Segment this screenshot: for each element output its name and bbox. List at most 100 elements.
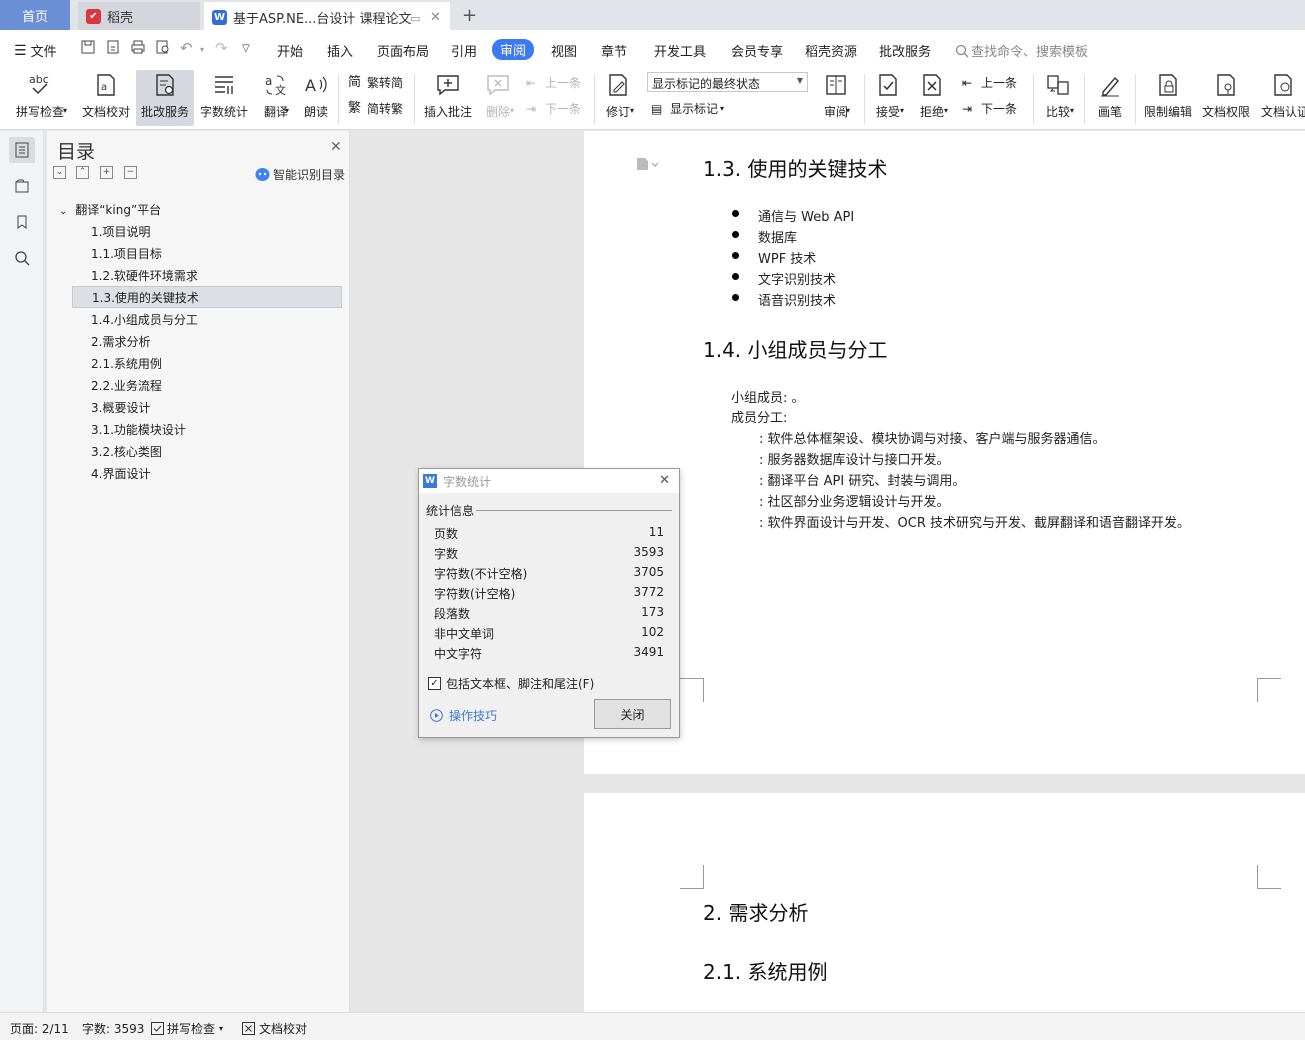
page-indicator[interactable]: 页面: 2/11 xyxy=(10,1020,69,1037)
tab-home[interactable]: 首页 xyxy=(0,0,70,30)
print-icon[interactable] xyxy=(130,39,146,55)
include-textboxes-checkbox[interactable]: ✓ 包括文本框、脚注和尾注(F) xyxy=(428,675,594,692)
monitor-icon[interactable]: ▭ xyxy=(410,12,420,25)
expand-all-icon[interactable]: ⌄ xyxy=(53,166,66,179)
collapse-all-icon[interactable]: ⌃ xyxy=(76,166,89,179)
toc-item[interactable]: 1.1.项目目标 xyxy=(72,242,342,264)
redo-icon[interactable]: ↷ xyxy=(215,39,228,57)
svg-text:a: a xyxy=(101,82,107,93)
status-spellcheck[interactable]: 拼写检查 ▾ xyxy=(151,1020,223,1037)
members-line: 小组成员: 。 xyxy=(731,391,805,406)
menu-member[interactable]: 会员专享 xyxy=(731,41,783,60)
reject-icon xyxy=(923,74,941,96)
doc-proof-button[interactable]: a 文档校对 xyxy=(80,70,132,126)
new-tab-icon[interactable]: + xyxy=(462,5,477,26)
close-icon[interactable]: ✕ xyxy=(659,473,670,488)
revise-button[interactable]: 修订 xyxy=(600,70,636,126)
prev-change-button[interactable]: ⇤ 上一条 xyxy=(962,74,1017,91)
bookmark-icon[interactable] xyxy=(9,209,35,235)
menu-review[interactable]: 审阅 xyxy=(492,39,535,60)
toc-item[interactable]: 1.4.小组成员与分工 xyxy=(72,308,342,330)
menu-view[interactable]: 视图 xyxy=(551,41,577,60)
crop-mark xyxy=(680,865,704,889)
paragraph-options-icon[interactable] xyxy=(636,157,658,171)
reject-button[interactable]: 拒绝 xyxy=(914,70,950,126)
restrict-edit-button[interactable]: 限制编辑 xyxy=(1142,70,1194,126)
word-count-button[interactable]: 字数统计 xyxy=(198,70,250,126)
menu-references[interactable]: 引用 xyxy=(451,41,477,60)
find-icon[interactable] xyxy=(9,245,35,271)
review-pane-dropdown-icon[interactable]: ▾ xyxy=(846,106,850,115)
toc-item[interactable]: 3.2.核心类图 xyxy=(72,440,342,462)
menu-insert[interactable]: 插入 xyxy=(327,41,353,60)
close-dialog-label: 关闭 xyxy=(620,707,645,722)
toc-item[interactable]: 1.3.使用的关键技术 xyxy=(72,286,342,308)
add-heading-icon[interactable]: + xyxy=(100,166,113,179)
accept-button[interactable]: 接受 xyxy=(870,70,906,126)
file-menu[interactable]: ☰ 文件 xyxy=(14,41,57,61)
menu-daoke-resources[interactable]: 稻壳资源 xyxy=(805,41,857,60)
spellcheck-dropdown-icon[interactable]: ▾ xyxy=(63,106,67,115)
toc-root-item[interactable]: ⌄ 翻译“king”平台 xyxy=(59,201,161,218)
customize-qa-icon[interactable]: ▽ xyxy=(242,43,250,54)
tab-document[interactable]: W 基于ASP.NE...台设计 课程论文 ▭ ✕ xyxy=(204,2,450,30)
close-dialog-button[interactable]: 关闭 xyxy=(594,699,671,729)
menu-developer[interactable]: 开发工具 xyxy=(654,41,706,60)
task-line: : 软件总体框架设、模块协调与对接、客户端与服务器通信。 xyxy=(759,432,1106,447)
doc-certify-button[interactable]: 文档认证 xyxy=(1258,70,1305,126)
chapter-nav-icon[interactable] xyxy=(9,173,35,199)
save-icon[interactable] xyxy=(80,39,96,55)
revise-dropdown-icon[interactable]: ▾ xyxy=(630,106,634,115)
review-pane-button[interactable]: 审阅 xyxy=(816,70,856,126)
tips-link[interactable]: 操作技巧 xyxy=(430,707,497,724)
show-markup-button[interactable]: ▤ 显示标记 ▾ xyxy=(651,100,724,117)
spellcheck-button[interactable]: abc 拼写检查 xyxy=(8,70,72,126)
toc-item[interactable]: 2.需求分析 xyxy=(72,330,342,352)
insert-comment-button[interactable]: 插入批注 xyxy=(420,70,476,126)
tab-daoke[interactable]: ✔ 稻壳 xyxy=(78,2,200,30)
dialog-titlebar[interactable]: W 字数统计 ✕ xyxy=(419,469,679,493)
toc-item[interactable]: 2.1.系统用例 xyxy=(72,352,342,374)
compare-dropdown-icon[interactable]: ▾ xyxy=(1070,106,1074,115)
toc-item[interactable]: 1.2.软硬件环境需求 xyxy=(72,264,342,286)
delete-dropdown-icon[interactable]: ▾ xyxy=(510,106,514,115)
next-change-button[interactable]: ⇥ 下一条 xyxy=(962,100,1017,117)
toc-item[interactable]: 1.项目说明 xyxy=(72,220,342,242)
toc-item[interactable]: 2.2.业务流程 xyxy=(72,374,342,396)
compare-button[interactable]: 比较 xyxy=(1040,70,1076,126)
translate-button[interactable]: a文 翻译 xyxy=(256,70,296,126)
close-icon[interactable]: ✕ xyxy=(330,139,342,155)
close-tab-icon[interactable]: ✕ xyxy=(430,10,441,25)
menu-page-layout[interactable]: 页面布局 xyxy=(377,41,429,60)
translate-dropdown-icon[interactable]: ▾ xyxy=(285,106,289,115)
menu-start[interactable]: 开始 xyxy=(277,41,303,60)
toc-item[interactable]: 3.1.功能模块设计 xyxy=(72,418,342,440)
print-preview-icon[interactable] xyxy=(155,39,171,55)
pen-button[interactable]: 画笔 xyxy=(1092,70,1128,126)
markup-state-select[interactable]: 显示标记的最终状态 ▼ xyxy=(647,72,808,92)
undo-dropdown-icon[interactable]: ▾ xyxy=(200,45,204,54)
next-comment-button[interactable]: ⇥ 下一条 xyxy=(526,100,581,117)
menu-section[interactable]: 章节 xyxy=(601,41,627,60)
review-service-button[interactable]: 批改服务 xyxy=(136,70,194,126)
undo-icon[interactable]: ↶ xyxy=(180,39,193,57)
export-pdf-icon[interactable] xyxy=(105,39,121,55)
trad-to-simp-button[interactable]: 简 繁转简 xyxy=(348,74,403,91)
toc-item[interactable]: 4.界面设计 xyxy=(72,462,342,484)
remove-heading-icon[interactable]: − xyxy=(124,166,137,179)
read-aloud-button[interactable]: A 朗读 xyxy=(298,70,334,126)
read-aloud-label: 朗读 xyxy=(303,105,328,119)
prev-comment-button[interactable]: ⇤ 上一条 xyxy=(526,74,581,91)
status-doc-proof[interactable]: 文档校对 xyxy=(242,1020,307,1037)
simp-to-trad-button[interactable]: 繁 简转繁 xyxy=(348,100,403,117)
reject-dropdown-icon[interactable]: ▾ xyxy=(944,106,948,115)
delete-comment-button[interactable]: 删除 xyxy=(480,70,516,126)
smart-toc-button[interactable]: 智能识别目录 xyxy=(255,166,345,183)
menu-review-service[interactable]: 批改服务 xyxy=(879,41,931,60)
word-count-indicator[interactable]: 字数: 3593 xyxy=(82,1020,144,1037)
toc-view-icon[interactable] xyxy=(9,137,35,163)
command-search[interactable]: 查找命令、搜索模板 xyxy=(955,41,1088,60)
accept-dropdown-icon[interactable]: ▾ xyxy=(900,106,904,115)
toc-item[interactable]: 3.概要设计 xyxy=(72,396,342,418)
doc-permission-button[interactable]: 文档权限 xyxy=(1200,70,1252,126)
